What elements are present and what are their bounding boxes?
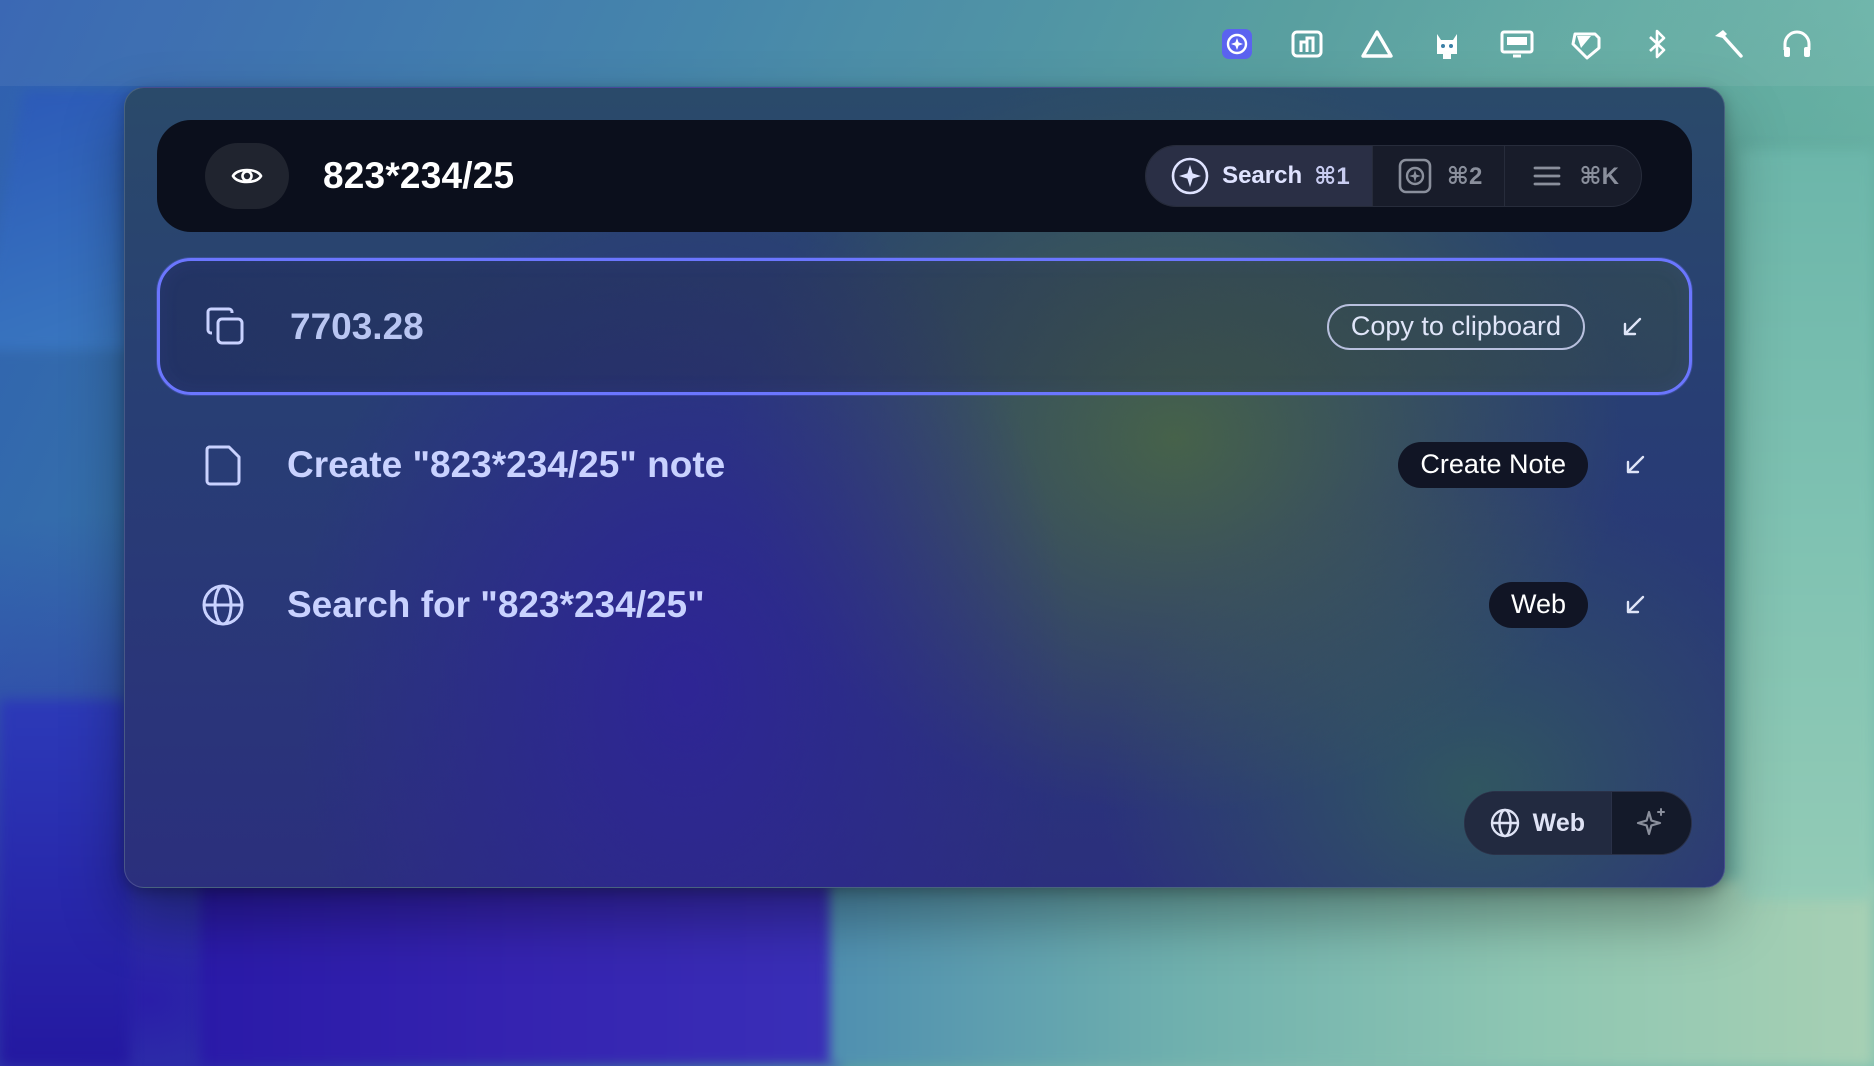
menu-bar-status-icons	[1202, 22, 1832, 66]
result-title: Create "823*234/25" note	[287, 443, 726, 485]
eye-icon	[231, 168, 263, 184]
mode-actions-shortcut: ⌘K	[1579, 162, 1619, 190]
mode-actions-button[interactable]: ⌘K	[1504, 146, 1641, 206]
result-title: 7703.28	[290, 305, 424, 347]
mode-search-button[interactable]: Search ⌘1	[1146, 146, 1372, 206]
headphones-icon[interactable]	[1762, 22, 1832, 66]
mode-ai-button[interactable]: ⌘2	[1371, 146, 1505, 206]
globe-icon	[195, 577, 251, 633]
bluetooth-icon[interactable]	[1622, 22, 1692, 66]
preview-toggle-button[interactable]	[205, 143, 289, 209]
sparkle-icon	[1636, 808, 1665, 836]
document-icon	[195, 437, 251, 493]
wallpaper-streak	[0, 700, 130, 1066]
web-action-button[interactable]: Web	[1488, 581, 1588, 628]
wallpaper-streak	[1740, 150, 1874, 900]
copy-to-clipboard-button[interactable]: Copy to clipboard	[1326, 303, 1585, 350]
drive-icon[interactable]	[1342, 22, 1412, 66]
result-row-calculation[interactable]: 7703.28 Copy to clipboard	[157, 258, 1692, 395]
mode-ai-shortcut: ⌘2	[1446, 162, 1483, 190]
ai-chat-icon	[1398, 158, 1432, 194]
create-note-button[interactable]: Create Note	[1398, 441, 1588, 488]
search-bar: 823*234/25 Search ⌘1 ⌘2 ⌘K	[157, 120, 1692, 232]
raycast-icon[interactable]	[1202, 22, 1272, 66]
mode-search-shortcut: ⌘1	[1314, 162, 1350, 190]
sparkle-search-icon	[1171, 157, 1209, 195]
bottom-source-switcher: Web	[1463, 791, 1692, 855]
web-source-label: Web	[1532, 808, 1585, 837]
presenter-icon[interactable]	[1272, 22, 1342, 66]
launcher-panel: 823*234/25 Search ⌘1 ⌘2 ⌘K 7703.28 Copy …	[124, 87, 1725, 888]
copy-icon	[198, 299, 254, 355]
result-title: Search for "823*234/25"	[287, 583, 705, 625]
wallpaper-streak	[200, 880, 840, 1066]
tag-icon[interactable]	[1552, 22, 1622, 66]
wallpaper-streak	[830, 880, 1874, 1066]
arrow-down-left-icon[interactable]	[1620, 590, 1650, 620]
mode-switcher: Search ⌘1 ⌘2 ⌘K	[1145, 145, 1642, 207]
hammer-icon[interactable]	[1692, 22, 1762, 66]
result-row-web-search[interactable]: Search for "823*234/25" Web	[157, 536, 1692, 673]
menu-lines-icon	[1533, 166, 1561, 186]
menu-bar	[0, 0, 1874, 86]
ai-sparkle-button[interactable]	[1611, 792, 1691, 854]
display-icon[interactable]	[1482, 22, 1552, 66]
arrow-down-left-icon[interactable]	[1620, 450, 1650, 480]
cat-bot-icon[interactable]	[1412, 22, 1482, 66]
search-query-input[interactable]: 823*234/25	[323, 155, 514, 197]
mode-search-label: Search	[1222, 162, 1303, 189]
result-row-create-note[interactable]: Create "823*234/25" note Create Note	[157, 396, 1692, 533]
web-source-button[interactable]: Web	[1464, 792, 1611, 854]
arrow-down-left-icon[interactable]	[1617, 312, 1647, 342]
globe-icon	[1490, 808, 1519, 838]
